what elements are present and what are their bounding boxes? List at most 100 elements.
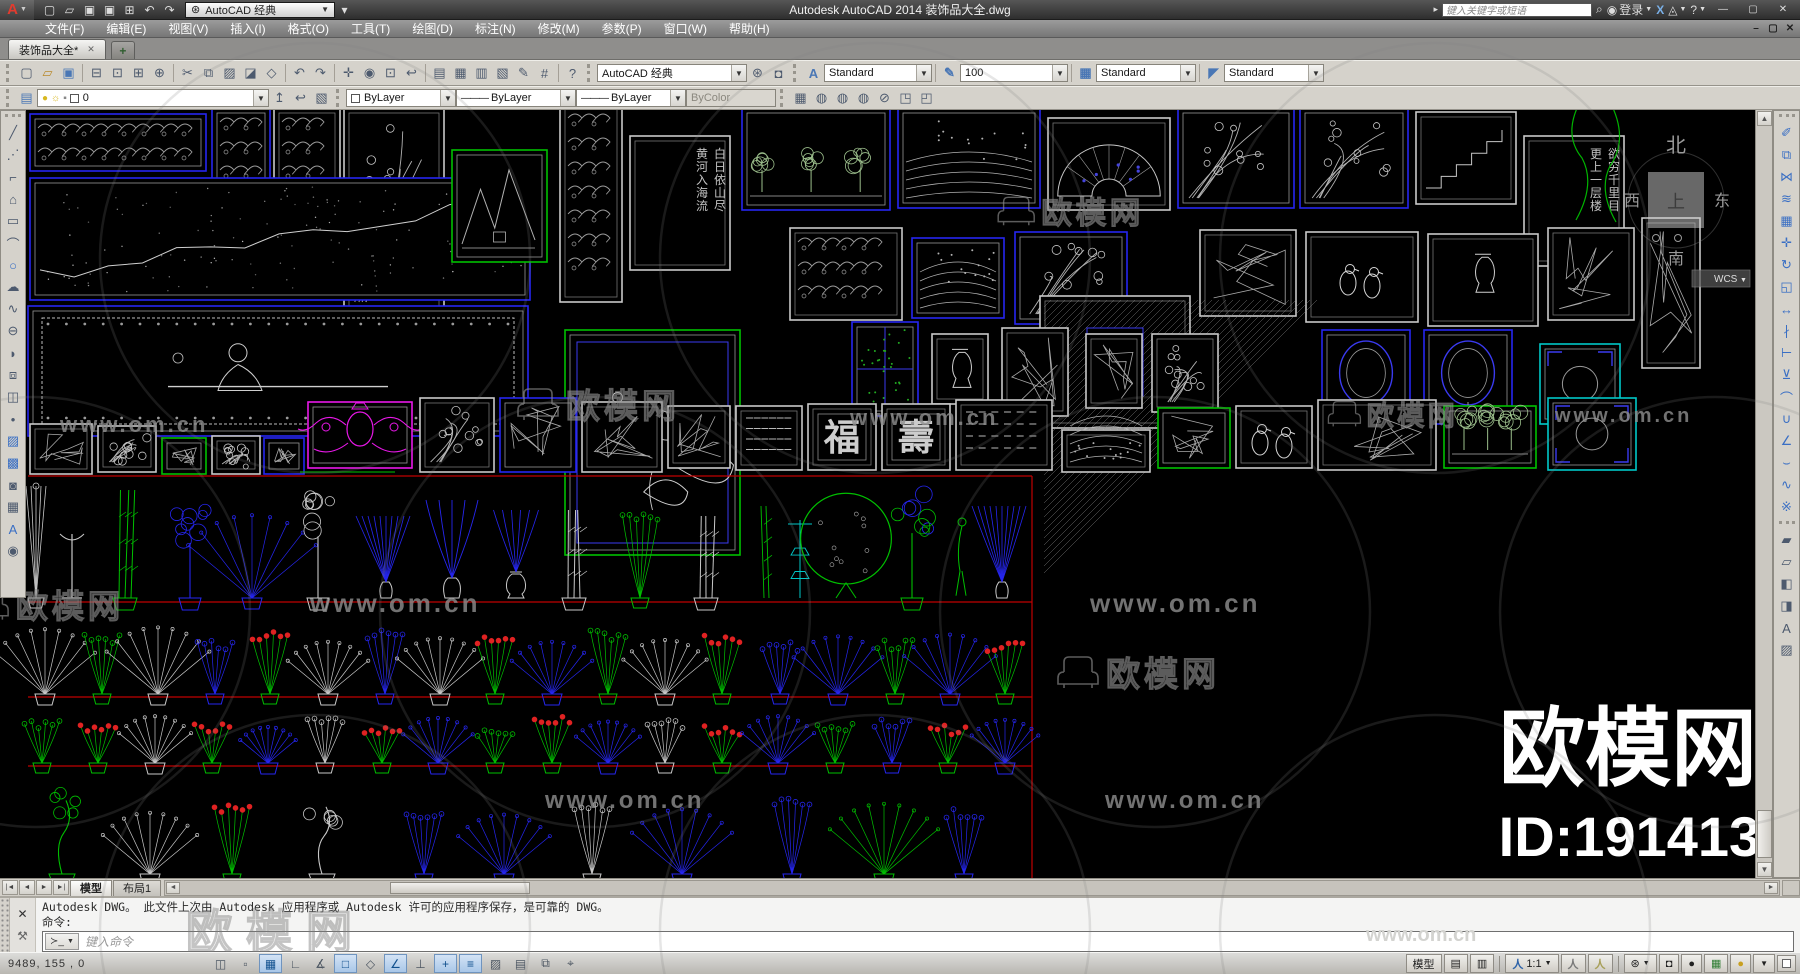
zoom-realtime-icon[interactable]: ◉ — [359, 63, 380, 84]
region-icon[interactable]: ◙ — [3, 474, 24, 496]
menu-item-11[interactable]: 帮助(H) — [718, 20, 781, 37]
point-icon[interactable]: • — [3, 408, 24, 430]
block-editor-icon[interactable]: ◇ — [261, 63, 282, 84]
erase-icon[interactable]: ✐ — [1776, 122, 1797, 144]
plant-block[interactable] — [759, 639, 801, 705]
linetype-dropdown[interactable]: ——— ByLayer ▼ — [456, 89, 576, 107]
tab-model[interactable]: 模型 — [70, 879, 112, 896]
next-tab-icon[interactable]: ► — [36, 880, 52, 895]
clean-screen-button[interactable] — [1777, 955, 1796, 972]
plant-block[interactable] — [186, 513, 318, 610]
polyline-icon[interactable]: ⌐ — [3, 166, 24, 188]
point-style-icon[interactable]: ◉ — [3, 540, 24, 562]
scroll-left-icon[interactable]: ◄ — [166, 881, 181, 894]
plant-block[interactable] — [403, 811, 445, 878]
design-center-icon[interactable]: ▦ — [450, 63, 471, 84]
plant-block[interactable] — [21, 718, 63, 774]
redo-icon[interactable]: ↷ — [160, 1, 179, 18]
frame-block[interactable]: 白日依山尽黄河入海流 — [629, 135, 731, 271]
frame-block[interactable] — [1415, 111, 1517, 205]
plant-block[interactable] — [191, 721, 233, 774]
print-icon[interactable]: ⊟ — [86, 63, 107, 84]
mleader-style-icon[interactable]: ◤ — [1203, 63, 1224, 84]
menu-item-2[interactable]: 视图(V) — [157, 20, 219, 37]
revision-cloud-icon[interactable]: ☁ — [3, 276, 24, 298]
frame-block[interactable] — [1299, 110, 1409, 209]
blend-curves-icon[interactable]: ∿ — [1776, 474, 1797, 496]
make-block-icon[interactable]: ◫ — [3, 386, 24, 408]
undo-icon[interactable]: ↶ — [140, 1, 159, 18]
frame-block[interactable] — [741, 110, 891, 211]
plant-block[interactable] — [169, 503, 212, 611]
toolbar-grip[interactable] — [336, 89, 342, 107]
plant-block[interactable] — [303, 806, 343, 878]
plant-block[interactable] — [630, 807, 734, 878]
viewcube-north[interactable]: 北 — [1666, 134, 1686, 157]
hardware-acceleration-icon[interactable]: ● — [1681, 954, 1703, 973]
ellipse-icon[interactable]: ⊖ — [3, 320, 24, 342]
subobject-no-filter-icon[interactable]: ▦ — [790, 88, 811, 109]
paste-icon[interactable]: ▨ — [219, 63, 240, 84]
search-icon[interactable]: ⌕ — [1596, 2, 1603, 17]
toggle-grid-display[interactable]: ▦ — [259, 954, 282, 973]
tab-layout1[interactable]: 布局1 — [113, 879, 162, 896]
properties-icon[interactable]: ▤ — [429, 63, 450, 84]
menu-item-0[interactable]: 文件(F) — [34, 20, 95, 37]
frame-block[interactable] — [911, 237, 1005, 319]
open-icon[interactable]: ▱ — [60, 1, 79, 18]
text-style-icon[interactable]: A — [803, 63, 824, 84]
edge-filter-icon[interactable]: ◍ — [832, 88, 853, 109]
plant-block[interactable] — [116, 714, 194, 775]
frame-block[interactable] — [931, 333, 989, 405]
vscroll-thumb[interactable] — [1757, 810, 1772, 858]
menu-item-5[interactable]: 工具(T) — [340, 20, 401, 37]
menu-item-9[interactable]: 参数(P) — [591, 20, 653, 37]
markup-set-manager-icon[interactable]: ✎ — [513, 63, 534, 84]
frame-block[interactable] — [851, 321, 919, 417]
face-filter-icon[interactable]: ◍ — [853, 88, 874, 109]
send-to-back-icon[interactable]: ▱ — [1776, 551, 1797, 573]
zoom-previous-icon[interactable]: ↩ — [401, 63, 422, 84]
spline-icon[interactable]: ∿ — [3, 298, 24, 320]
exchange-apps-icon[interactable]: X — [1656, 3, 1664, 17]
plant-block[interactable] — [249, 629, 291, 705]
frame-block[interactable] — [897, 110, 1041, 209]
offset-icon[interactable]: ≋ — [1776, 188, 1797, 210]
command-prompt-chip[interactable]: ≻_ ▼ — [45, 933, 79, 950]
toggle-dynamic-input[interactable]: + — [434, 954, 457, 973]
minimize-button[interactable]: — — [1710, 2, 1736, 18]
extend-icon[interactable]: ⊢ — [1776, 342, 1797, 364]
plant-block[interactable] — [304, 715, 346, 774]
prev-tab-icon[interactable]: ◄ — [19, 880, 35, 895]
frame-block[interactable] — [1547, 227, 1635, 321]
plant-block[interactable] — [474, 634, 516, 705]
plant-block[interactable] — [955, 517, 967, 596]
toggle-annotation-monitor[interactable]: ⌖ — [559, 954, 582, 973]
toolbar-grip[interactable] — [6, 64, 12, 82]
toolbar-grip[interactable] — [793, 64, 799, 82]
plant-block[interactable] — [943, 806, 985, 878]
frame-block[interactable] — [1235, 405, 1313, 469]
plant-block[interactable] — [401, 716, 475, 775]
plant-block[interactable] — [902, 632, 998, 706]
first-tab-icon[interactable]: |◄ — [2, 880, 18, 895]
publish-icon[interactable]: ⊕ — [149, 63, 170, 84]
toggle-show-lineweight[interactable]: ≡ — [459, 954, 482, 973]
frame-block[interactable] — [1305, 231, 1419, 323]
plant-block[interactable] — [827, 801, 941, 878]
frame-block[interactable] — [1199, 229, 1297, 317]
search-input[interactable]: 键入关键字或短语 — [1442, 2, 1593, 17]
toolbar-grip[interactable] — [1778, 521, 1795, 528]
toggle-infer-constraints[interactable]: ◫ — [209, 954, 232, 973]
plant-block[interactable] — [701, 632, 743, 705]
plant-block[interactable] — [874, 637, 916, 705]
lineweight-dropdown[interactable]: ——— ByLayer ▼ — [576, 89, 686, 107]
toolbar-grip[interactable] — [780, 89, 786, 107]
plant-block[interactable] — [800, 492, 892, 599]
multiline-text-icon[interactable]: A — [3, 518, 24, 540]
hatch-icon[interactable]: ▨ — [3, 430, 24, 452]
toggle-object-snap[interactable]: □ — [334, 954, 357, 973]
menu-item-1[interactable]: 编辑(E) — [95, 20, 157, 37]
table-style-dropdown[interactable]: Standard ▼ — [1096, 64, 1196, 82]
qat-customize-button[interactable]: ▾ — [335, 1, 354, 18]
